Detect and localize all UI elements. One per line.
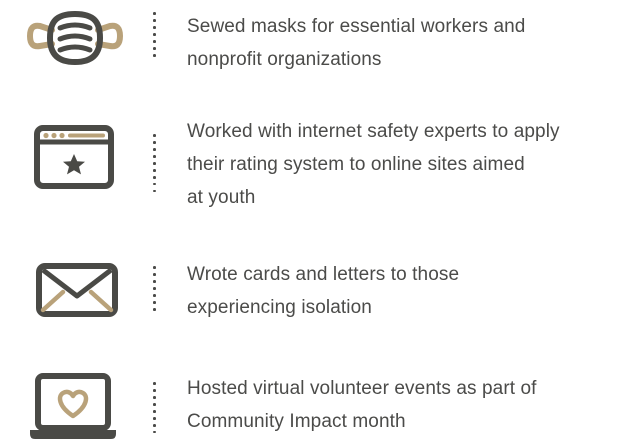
description-line: Community Impact month: [187, 411, 406, 432]
description-line: Wrote cards and letters to those: [187, 264, 460, 285]
description-line: Worked with internet safety experts to a…: [187, 121, 560, 142]
item-description: Worked with internet safety experts to a…: [187, 115, 626, 214]
dotted-divider: [153, 266, 157, 315]
laptop-heart-icon: [0, 0, 150, 439]
item-description: Hosted virtual volunteer events as part …: [187, 372, 626, 438]
description-line: at youth: [187, 187, 256, 208]
dotted-divider: [153, 382, 157, 438]
item-description: Sewed masks for essential workers and no…: [187, 10, 626, 76]
description-line: experiencing isolation: [187, 297, 372, 318]
description-line: nonprofit organizations: [187, 49, 382, 70]
item-description: Wrote cards and letters to those experie…: [187, 258, 626, 324]
description-line: their rating system to online sites aime…: [187, 154, 525, 175]
dotted-divider: [153, 134, 157, 197]
description-line: Hosted virtual volunteer events as part …: [187, 378, 537, 399]
description-line: Sewed masks for essential workers and: [187, 16, 526, 37]
dotted-divider: [153, 12, 157, 61]
